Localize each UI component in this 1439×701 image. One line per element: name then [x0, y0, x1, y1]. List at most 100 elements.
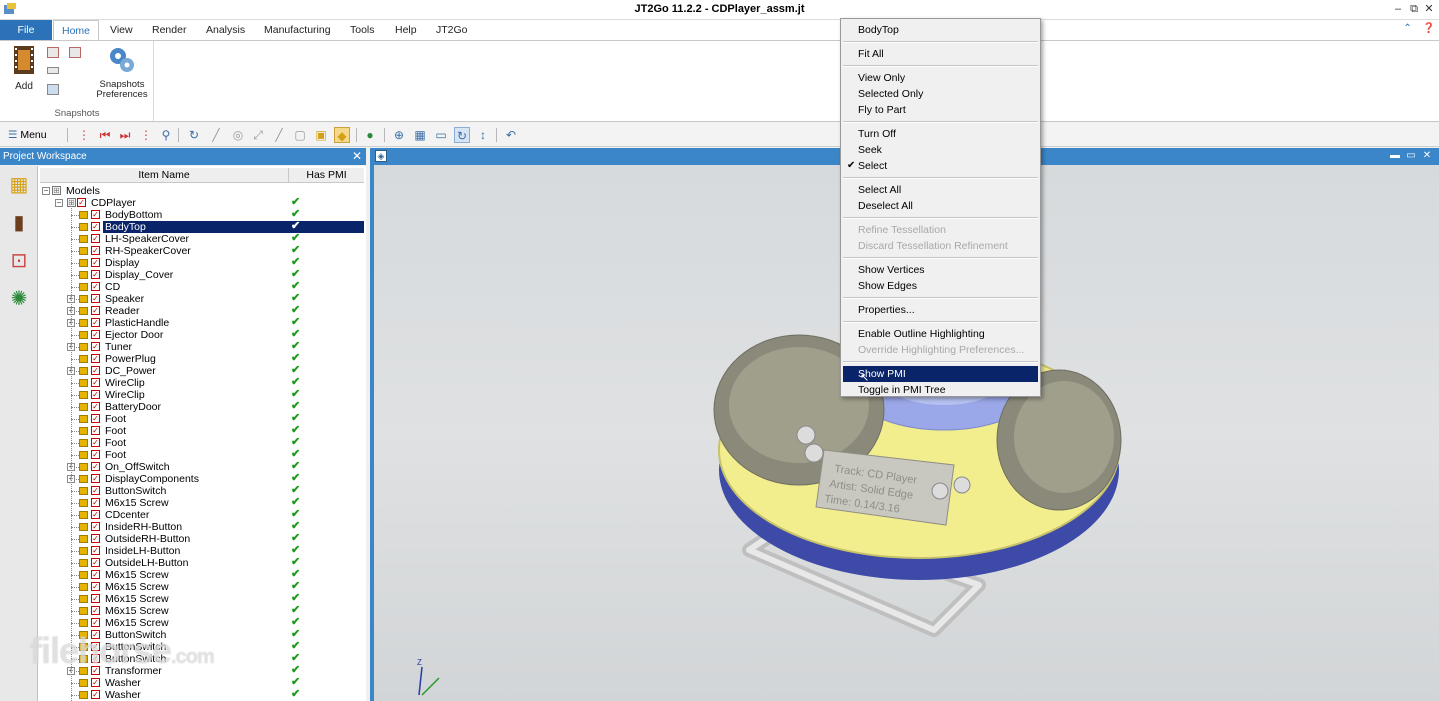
tree-row[interactable]: ✓ PowerPlug ✔	[38, 352, 366, 365]
tree-row[interactable]: ✓ BodyTop ✔	[38, 220, 366, 233]
tree-row[interactable]: + ✓ Reader ✔	[38, 304, 366, 317]
outside-rh-button[interactable]	[953, 476, 971, 494]
add-button[interactable]: Add	[10, 45, 38, 92]
collapse-icon[interactable]: −	[42, 187, 50, 195]
vertical-pan-icon[interactable]: ↕	[475, 127, 491, 143]
visibility-checkbox[interactable]: ✓	[91, 426, 100, 435]
visibility-checkbox[interactable]: ✓	[91, 498, 100, 507]
visibility-checkbox[interactable]: ✓	[91, 258, 100, 267]
visibility-checkbox[interactable]: ✓	[91, 606, 100, 615]
tree-row[interactable]: ✓ M6x15 Screw ✔	[38, 580, 366, 593]
tab-home[interactable]: Home	[53, 20, 99, 41]
tree-row[interactable]: ✓ CD ✔	[38, 280, 366, 293]
menu-button[interactable]: ☰ Menu	[8, 127, 47, 143]
tree-row[interactable]: ✓ BatteryDoor ✔	[38, 400, 366, 413]
tree-row[interactable]: ✓ OutsideRH-Button ✔	[38, 532, 366, 545]
menu-item-show-edges[interactable]: Show Edges	[843, 278, 1038, 294]
visibility-checkbox[interactable]: ✓	[91, 234, 100, 243]
visibility-checkbox[interactable]: ✓	[91, 678, 100, 687]
tree-row[interactable]: ✓ Washer ✔	[38, 688, 366, 701]
line-tool-icon[interactable]: ╱	[208, 127, 224, 143]
tree-root-row[interactable]: − ⊞ Models	[38, 185, 366, 197]
tree-row[interactable]: + ✓ Tuner ✔	[38, 340, 366, 353]
tree-row[interactable]: ✓ M6x15 Screw ✔	[38, 568, 366, 581]
close-icon[interactable]: ✕	[1421, 150, 1433, 162]
inside-lh-button[interactable]	[796, 425, 816, 445]
visibility-checkbox[interactable]: ✓	[91, 618, 100, 627]
menu-item-toggle-in-pmi-tree[interactable]: Toggle in PMI Tree	[843, 382, 1038, 398]
zoom-icon[interactable]: ⊕	[391, 127, 407, 143]
document-icon[interactable]: ◈	[375, 150, 387, 162]
binoculars-icon[interactable]: ⚲	[158, 127, 174, 143]
pmi-tree-icon[interactable]: ⊡	[6, 248, 32, 274]
snapshots-icon[interactable]: ▮	[6, 210, 32, 236]
globe-icon[interactable]: ✺	[6, 286, 32, 312]
window-icon[interactable]: ▭	[433, 127, 449, 143]
visibility-checkbox[interactable]: ✓	[91, 318, 100, 327]
measure-tool-icon[interactable]: ╱	[271, 127, 287, 143]
column-item-name[interactable]: Item Name	[40, 168, 289, 183]
visibility-checkbox[interactable]: ✓	[91, 594, 100, 603]
delete-snapshot-icon[interactable]	[47, 47, 59, 58]
visibility-checkbox[interactable]: ✓	[91, 486, 100, 495]
tree-row[interactable]: ✓ Foot ✔	[38, 448, 366, 461]
menu-item-selected-only[interactable]: Selected Only	[843, 86, 1038, 102]
menu-item-select[interactable]: ✔ Select	[843, 158, 1038, 174]
tree-row[interactable]: ✓ M6x15 Screw ✔	[38, 592, 366, 605]
menu-item-show-pmi[interactable]: Show PMI ↖	[843, 366, 1038, 384]
menu-item-fit-all[interactable]: Fit All	[843, 46, 1038, 62]
visibility-checkbox[interactable]: ✓	[91, 582, 100, 591]
tab-file[interactable]: File	[0, 20, 52, 40]
snapshot-properties-icon[interactable]	[47, 84, 59, 95]
snapshots-preferences-button[interactable]: Snapshots Preferences	[94, 45, 150, 100]
tab-view[interactable]: View	[102, 20, 141, 40]
tree-row[interactable]: ✓ ButtonSwitch ✔	[38, 484, 366, 497]
assembly-tree-icon[interactable]: ▦	[6, 172, 32, 198]
circle-tool-icon[interactable]: ◎	[230, 127, 246, 143]
orbit-icon[interactable]: ↻	[454, 127, 470, 143]
list-icon[interactable]: ⋮	[138, 127, 154, 143]
close-icon[interactable]: ✕	[1422, 2, 1436, 16]
globe-icon[interactable]: ●	[362, 127, 378, 143]
visibility-checkbox[interactable]: ✓	[91, 294, 100, 303]
inside-rh-button[interactable]	[931, 482, 949, 500]
help-icon[interactable]: ❓	[1423, 23, 1435, 34]
tree-row[interactable]: ✓ M6x15 Screw ✔	[38, 616, 366, 629]
delete-all-snapshots-icon[interactable]	[69, 47, 81, 58]
restore-icon[interactable]: ⧉	[1407, 2, 1421, 16]
tree-row[interactable]: ✓ M6x15 Screw ✔	[38, 496, 366, 509]
tree-row[interactable]: ✓ M6x15 Screw ✔	[38, 604, 366, 617]
minimize-icon[interactable]: –	[1391, 2, 1405, 16]
column-has-pmi[interactable]: Has PMI	[289, 168, 364, 183]
minimize-icon[interactable]: ▬	[1389, 150, 1401, 162]
maximize-icon[interactable]: ▭	[1405, 150, 1417, 162]
menu-item-fly-to-part[interactable]: Fly to Part	[843, 102, 1038, 118]
menu-item-properties[interactable]: Properties...	[843, 302, 1038, 318]
tree-row[interactable]: ✓ WireClip ✔	[38, 388, 366, 401]
tree-row[interactable]: ✓ Display_Cover ✔	[38, 268, 366, 281]
visibility-checkbox[interactable]: ✓	[91, 306, 100, 315]
menu-item-show-vertices[interactable]: Show Vertices	[843, 262, 1038, 278]
tree-row[interactable]: + ✓ Speaker ✔	[38, 292, 366, 305]
visibility-checkbox[interactable]: ✓	[91, 366, 100, 375]
tree-row[interactable]: ✓ Foot ✔	[38, 424, 366, 437]
visibility-checkbox[interactable]: ✓	[91, 558, 100, 567]
visibility-checkbox[interactable]: ✓	[91, 450, 100, 459]
next-step-icon[interactable]: ⏭	[117, 127, 133, 143]
visibility-checkbox[interactable]: ✓	[91, 522, 100, 531]
menu-item-view-only[interactable]: View Only	[843, 70, 1038, 86]
visibility-checkbox[interactable]: ✓	[91, 342, 100, 351]
tree-row[interactable]: ✓ Foot ✔	[38, 412, 366, 425]
menu-item-bodytop[interactable]: BodyTop	[843, 22, 1038, 38]
tab-help[interactable]: Help	[387, 20, 425, 40]
visibility-checkbox[interactable]: ✓	[91, 330, 100, 339]
rename-snapshot-icon[interactable]	[47, 67, 59, 74]
outside-lh-button[interactable]	[804, 443, 824, 463]
rotate-view-icon[interactable]: ↻	[186, 127, 202, 143]
tree-row[interactable]: ✓ Ejector Door ✔	[38, 328, 366, 341]
tree-row[interactable]: ✓ CDcenter ✔	[38, 508, 366, 521]
tree-row[interactable]: + ✓ DisplayComponents ✔	[38, 472, 366, 485]
visibility-checkbox[interactable]: ✓	[91, 222, 100, 231]
ribbon-help-icons[interactable]: ⌃ ❓	[1403, 23, 1435, 34]
tree-row[interactable]: ✓ BodyBottom ✔	[38, 208, 366, 221]
